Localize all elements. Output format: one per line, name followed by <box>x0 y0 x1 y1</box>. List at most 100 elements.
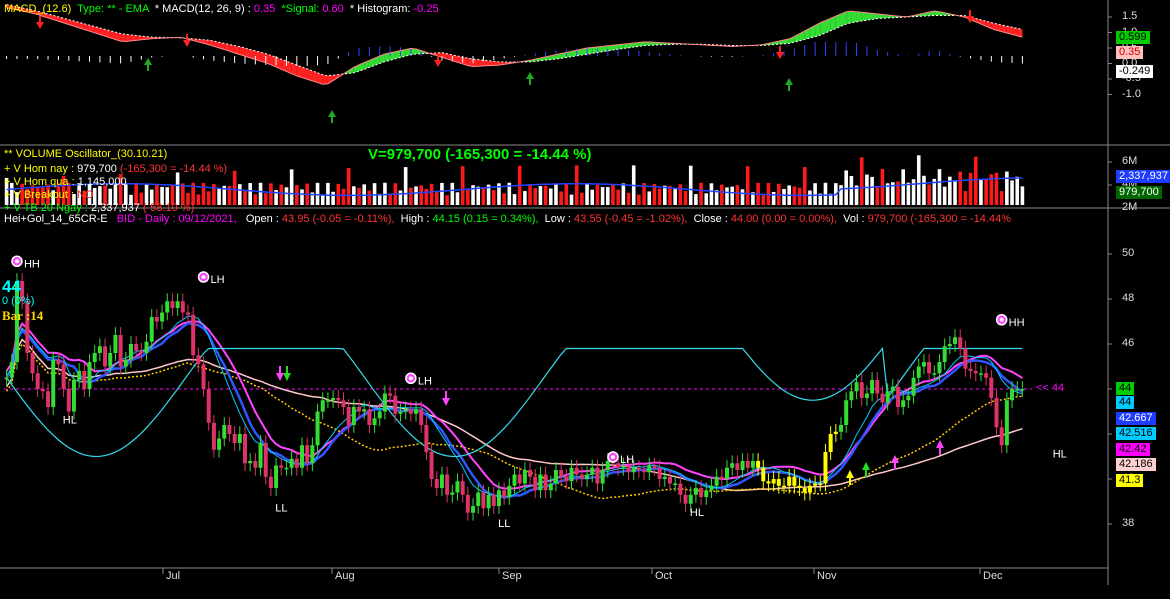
candle-body <box>258 443 263 468</box>
candle-body <box>553 470 558 484</box>
candle-body <box>766 481 771 484</box>
candle-body <box>507 485 512 497</box>
candle-body <box>300 445 305 468</box>
candle-body <box>896 386 901 407</box>
price-signal-arrow <box>862 462 870 470</box>
volume-bar <box>284 187 289 205</box>
volume-info-part: + V Hom nay : <box>4 163 78 175</box>
candle-body <box>139 350 144 353</box>
volume-bar <box>512 194 517 205</box>
candle-body <box>263 443 268 477</box>
volume-bar <box>533 188 538 205</box>
price-signal-arrow <box>442 398 450 406</box>
candle-body <box>885 391 890 403</box>
overlay-price: 44 <box>2 277 21 296</box>
macd-header-part: 0.60 <box>322 3 344 15</box>
left-overlay: 44 0 (0%) Bar :14 <box>2 278 43 323</box>
candle-body <box>802 488 807 493</box>
volume-bar <box>870 176 874 205</box>
volume-bar <box>346 168 351 205</box>
candle-body <box>745 461 750 468</box>
pivot-label: HH <box>1009 317 1025 329</box>
candle-body <box>222 425 227 439</box>
volume-bar <box>662 185 667 205</box>
candle-body <box>315 411 320 446</box>
price-header: Hei+Gol_14_65CR-E BID - Daily : 09/12/20… <box>4 213 1108 226</box>
candle-body <box>211 422 216 450</box>
candle-body <box>564 476 569 482</box>
price-arrow-stem <box>849 478 851 485</box>
volume-bar <box>735 185 740 205</box>
candle-body <box>134 344 139 351</box>
candle-body <box>978 373 983 375</box>
pivot-label: LL <box>275 502 287 514</box>
axis-tick-label: 1.5 <box>1122 10 1138 22</box>
axis-value-badge: 0.599 <box>1116 31 1150 44</box>
candle-body <box>642 470 647 473</box>
pivot-label: LH <box>620 454 634 466</box>
volume-bar <box>320 194 325 205</box>
macd-header-part: *Signal: <box>275 3 323 15</box>
volume-bar <box>699 182 703 205</box>
volume-bar <box>911 179 916 205</box>
month-label: Aug <box>335 570 355 582</box>
candle-body <box>103 346 108 367</box>
buy-arrow <box>328 110 336 117</box>
candle-body <box>289 458 294 468</box>
macd-header-part: Type: ** - EMA <box>71 3 149 15</box>
axis-value-badge: 41.3 <box>1116 474 1144 487</box>
volume-bar <box>797 187 802 205</box>
volume-bar <box>1005 171 1009 205</box>
axis-value-badge: 42.186 <box>1116 458 1156 471</box>
candle-body <box>450 492 455 495</box>
volume-bar <box>626 192 631 205</box>
candle-body <box>46 391 51 407</box>
pivot-ring-center <box>610 455 615 459</box>
candle-body <box>595 467 600 484</box>
volume-bar <box>326 182 330 205</box>
candle-body <box>989 377 994 398</box>
candle-body <box>667 476 672 484</box>
candle-body <box>362 409 367 412</box>
candle-body <box>901 400 906 407</box>
candle-body <box>227 425 232 434</box>
volume-bar <box>357 187 361 205</box>
volume-bar <box>683 190 688 205</box>
candle-body <box>704 490 709 497</box>
candle-body <box>1020 389 1025 391</box>
candle-body <box>97 346 102 353</box>
volume-bar <box>434 191 439 205</box>
axis-tick-label: 2M <box>1122 201 1138 213</box>
volume-bar <box>253 194 258 205</box>
price-header-part: BID - Daily : 09/12/2021, <box>107 213 240 225</box>
candle-body <box>937 362 942 374</box>
macd-fill <box>483 60 489 66</box>
candle-body <box>445 474 450 495</box>
volume-bar <box>414 186 418 205</box>
signal-arrow-stem <box>437 54 439 60</box>
candle-body <box>108 353 113 367</box>
volume-bar <box>258 182 263 205</box>
candle-body <box>460 481 465 495</box>
candle-body <box>377 411 382 419</box>
candle-body <box>232 434 237 443</box>
volume-bar <box>585 183 589 205</box>
volume-bar <box>590 189 595 205</box>
candle-body <box>724 467 729 479</box>
candle-body <box>942 346 947 362</box>
candle-body <box>455 481 460 493</box>
price-header-part: Open : <box>239 213 282 225</box>
candle-body <box>538 474 543 491</box>
candle-body <box>771 479 776 484</box>
macd-header-part: -0.25 <box>413 3 439 15</box>
candle-body <box>569 467 574 482</box>
candle-body <box>782 485 787 488</box>
signal-arrow-stem <box>39 16 41 22</box>
volume-bar <box>574 165 579 205</box>
candle-body <box>528 470 533 477</box>
volume-bar <box>813 183 817 205</box>
price-header-part: 43.55 (-0.45 = -1.02%), <box>574 213 688 225</box>
pivot-label: LH <box>418 375 432 387</box>
volume-big-label: V=979,700 (-165,300 = -14.44 %) <box>368 146 592 163</box>
volume-info-part: NO <box>77 189 94 201</box>
